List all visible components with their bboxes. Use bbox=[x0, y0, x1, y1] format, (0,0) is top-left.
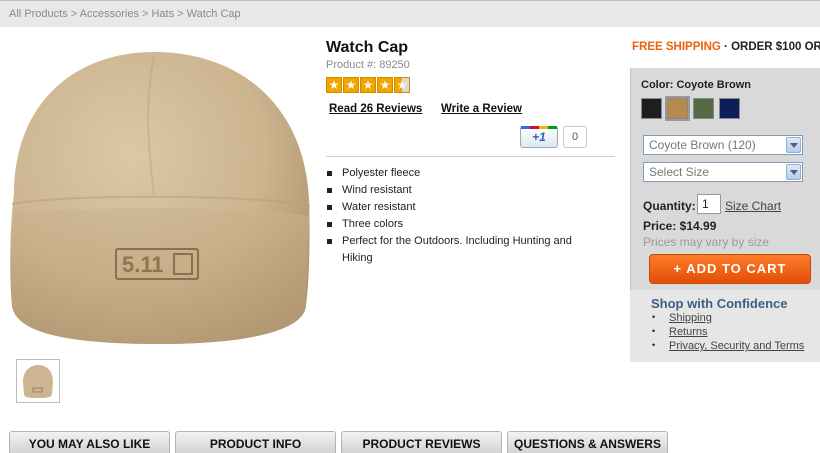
google-plus-one-button[interactable]: +1 bbox=[520, 126, 558, 148]
product-tabs: YOU MAY ALSO LIKE PRODUCT INFO PRODUCT R… bbox=[9, 431, 668, 453]
free-shipping-banner[interactable]: FREE SHIPPING · ORDER $100 OR MORE bbox=[632, 41, 820, 53]
confidence-item: Returns bbox=[652, 324, 804, 339]
tab-product-info[interactable]: PRODUCT INFO bbox=[175, 431, 336, 453]
feature-item: Polyester fleece bbox=[326, 165, 586, 182]
feature-item: Perfect for the Outdoors. Including Hunt… bbox=[326, 233, 586, 267]
color-select[interactable]: Coyote Brown (120) bbox=[643, 135, 803, 155]
svg-text:5.11: 5.11 bbox=[122, 252, 164, 277]
star-icon: ★ bbox=[343, 77, 359, 93]
swatch-green[interactable] bbox=[693, 98, 714, 119]
confidence-item: Privacy, Security and Terms bbox=[652, 338, 804, 353]
chevron-down-icon[interactable] bbox=[786, 164, 801, 180]
swatch-black[interactable] bbox=[641, 98, 662, 119]
breadcrumb-item-hats[interactable]: Hats bbox=[151, 8, 174, 20]
feature-list: Polyester fleece Wind resistant Water re… bbox=[326, 165, 586, 267]
free-shipping-label: FREE SHIPPING bbox=[632, 41, 721, 53]
breadcrumb-item-accessories[interactable]: Accessories bbox=[80, 8, 139, 20]
breadcrumb: All Products > Accessories > Hats > Watc… bbox=[9, 8, 241, 20]
size-chart-link[interactable]: Size Chart bbox=[725, 199, 781, 213]
breadcrumb-item-all-products[interactable]: All Products bbox=[9, 8, 68, 20]
product-number: Product #: 89250 bbox=[326, 59, 410, 71]
size-select-value: Select Size bbox=[649, 165, 710, 179]
rating-stars: ★ ★ ★ ★ ★ bbox=[326, 77, 410, 93]
feature-item: Water resistant bbox=[326, 199, 586, 216]
star-icon: ★ bbox=[360, 77, 376, 93]
feature-item: Three colors bbox=[326, 216, 586, 233]
swatch-navy[interactable] bbox=[719, 98, 740, 119]
read-reviews-link[interactable]: Read 26 Reviews bbox=[329, 103, 422, 115]
price-note: Prices may vary by size bbox=[643, 235, 770, 249]
add-to-cart-button[interactable]: + ADD TO CART bbox=[649, 254, 811, 284]
google-color-bar bbox=[521, 126, 557, 129]
quantity-label: Quantity: bbox=[643, 199, 696, 213]
tab-you-may-also-like[interactable]: YOU MAY ALSO LIKE bbox=[9, 431, 170, 453]
tab-product-reviews[interactable]: PRODUCT REVIEWS bbox=[341, 431, 502, 453]
thumbnail-cap-image bbox=[23, 365, 53, 398]
star-icon: ★ bbox=[377, 77, 393, 93]
breadcrumb-bar: All Products > Accessories > Hats > Watc… bbox=[0, 0, 820, 27]
breadcrumb-item-current: Watch Cap bbox=[186, 8, 241, 20]
product-title: Watch Cap bbox=[326, 39, 409, 56]
chevron-down-icon[interactable] bbox=[786, 137, 801, 153]
divider bbox=[326, 156, 615, 157]
write-review-link[interactable]: Write a Review bbox=[441, 103, 522, 115]
confidence-title: Shop with Confidence bbox=[651, 296, 788, 311]
free-shipping-separator: · bbox=[720, 41, 732, 53]
half-star-icon: ★ bbox=[394, 77, 410, 93]
privacy-link[interactable]: Privacy, Security and Terms bbox=[669, 340, 804, 352]
returns-link[interactable]: Returns bbox=[669, 326, 708, 338]
shipping-link[interactable]: Shipping bbox=[669, 312, 712, 324]
free-shipping-detail: ORDER $100 OR MORE bbox=[731, 41, 820, 53]
swatch-coyote-brown[interactable] bbox=[665, 96, 690, 121]
size-select[interactable]: Select Size bbox=[643, 162, 803, 182]
color-label: Color: Coyote Brown bbox=[641, 79, 751, 91]
product-image[interactable]: 5.11 bbox=[4, 44, 316, 348]
confidence-item: Shipping bbox=[652, 310, 804, 325]
tab-questions-answers[interactable]: QUESTIONS & ANSWERS bbox=[507, 431, 668, 453]
feature-item: Wind resistant bbox=[326, 182, 586, 199]
star-icon: ★ bbox=[326, 77, 342, 93]
color-swatches bbox=[641, 96, 740, 121]
price: Price: $14.99 bbox=[643, 219, 717, 233]
confidence-links: Shipping Returns Privacy, Security and T… bbox=[652, 310, 804, 353]
color-select-value: Coyote Brown (120) bbox=[649, 138, 756, 152]
plus-one-count: 0 bbox=[563, 126, 587, 148]
product-thumbnail[interactable] bbox=[16, 359, 60, 403]
quantity-input[interactable]: 1 bbox=[697, 194, 721, 214]
plus-one-label: +1 bbox=[532, 130, 546, 144]
